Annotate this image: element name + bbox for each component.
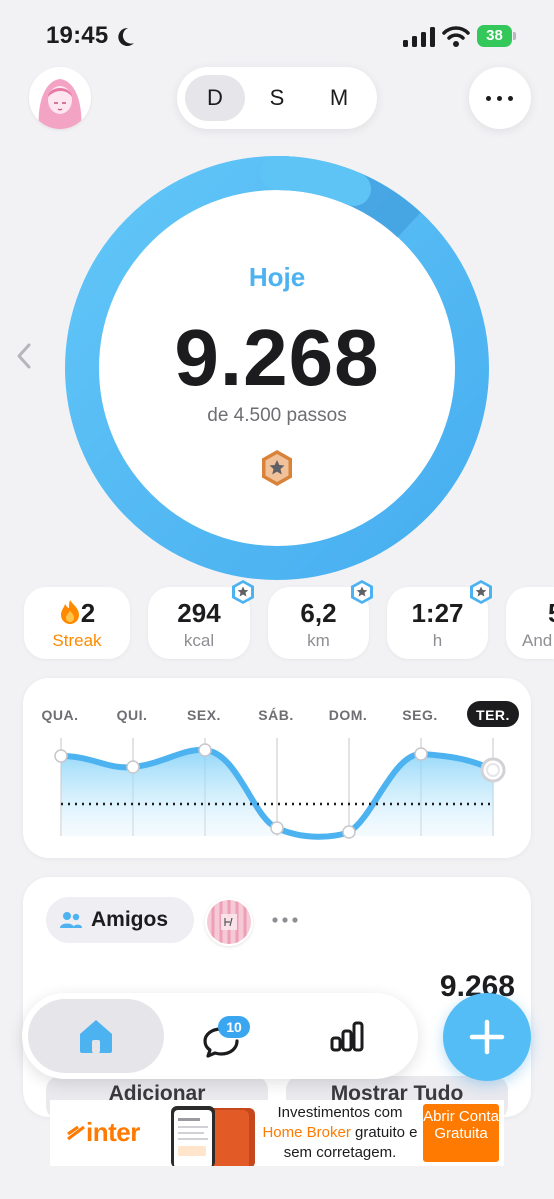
steps-goal-text: de 4.500 passos [207,405,347,426]
range-selector: D S M [177,67,377,129]
ad-banner[interactable]: inter Investimentos com Home Broker grat… [50,1100,504,1166]
ad-line-2: gratuito e [354,1124,418,1141]
ad-copy: Investimentos com Home Broker gratuito e… [256,1103,424,1163]
progress-period-label: Hoje [248,262,306,292]
ad-phone-image [171,1106,255,1166]
distance-unit: km [307,631,330,650]
steps-count: 9.268 [174,313,380,402]
streak-card[interactable]: 2 Streak [24,587,130,659]
moon-icon [118,27,134,46]
weekly-steps-card[interactable]: QUA. QUI. SEX. SÁB. DOM. SEG. TER. [23,678,531,858]
ad-brand-name: inter [86,1117,140,1147]
star-badge-icon [351,580,373,604]
plus-icon [469,1019,505,1055]
ad-line-1: Investimentos com [277,1104,403,1121]
inter-logo-mark-icon [67,1125,85,1141]
weekly-wave-chart [54,738,506,840]
fire-icon [60,600,79,624]
range-option-month[interactable]: M [309,75,369,121]
previous-day-chevron-icon[interactable] [14,342,34,370]
distance-card[interactable]: 6,2 km [268,580,373,659]
bar-chart-icon [330,1021,364,1052]
ad-cta-button[interactable]: Abrir Conta Gratuita [423,1104,499,1162]
star-badge-icon [232,580,254,604]
partial-stat-card[interactable]: 5 And [506,587,554,659]
more-options-button[interactable] [469,67,531,129]
partial-stat-value: 5 [548,598,554,629]
battery-indicator: 38 [477,25,517,47]
streak-label: Streak [52,631,102,650]
ad-line-3: sem corretagem. [283,1144,397,1161]
friends-tab[interactable]: Amigos [46,897,194,943]
avatar-image [29,67,91,129]
ellipsis-icon [486,96,491,101]
streak-value-row: 2 [24,598,130,629]
add-button[interactable] [443,993,531,1081]
streak-value: 2 [80,598,96,628]
tab-stats[interactable] [312,1005,382,1067]
medal-icon[interactable] [259,449,295,487]
duration-card[interactable]: 1:27 h [387,580,492,659]
friends-tab-label: Amigos [91,908,169,931]
profile-avatar[interactable] [29,67,91,129]
messages-badge: 10 [218,1016,250,1038]
battery-level: 38 [486,27,503,44]
ad-highlight: Home Broker [262,1124,351,1141]
friends-more-icon[interactable] [272,917,298,923]
friend-avatar-image [207,900,251,944]
duration-unit: h [432,631,443,650]
signal-icon [403,27,435,47]
friend-avatar[interactable] [205,898,253,946]
range-option-day[interactable]: D [185,75,245,121]
range-option-week[interactable]: S [247,75,307,121]
wifi-icon [442,26,470,47]
tab-home[interactable] [28,999,164,1073]
status-time: 19:45 [46,22,109,49]
calories-card[interactable]: 294 kcal [148,580,254,659]
calories-unit: kcal [183,631,215,650]
bottom-tab-bar: 10 [22,993,418,1079]
star-badge-icon [470,580,492,604]
friends-icon [60,912,82,928]
ad-brand-logo: inter [66,1117,140,1148]
partial-stat-unit: And [522,631,553,650]
home-icon [80,1020,112,1053]
